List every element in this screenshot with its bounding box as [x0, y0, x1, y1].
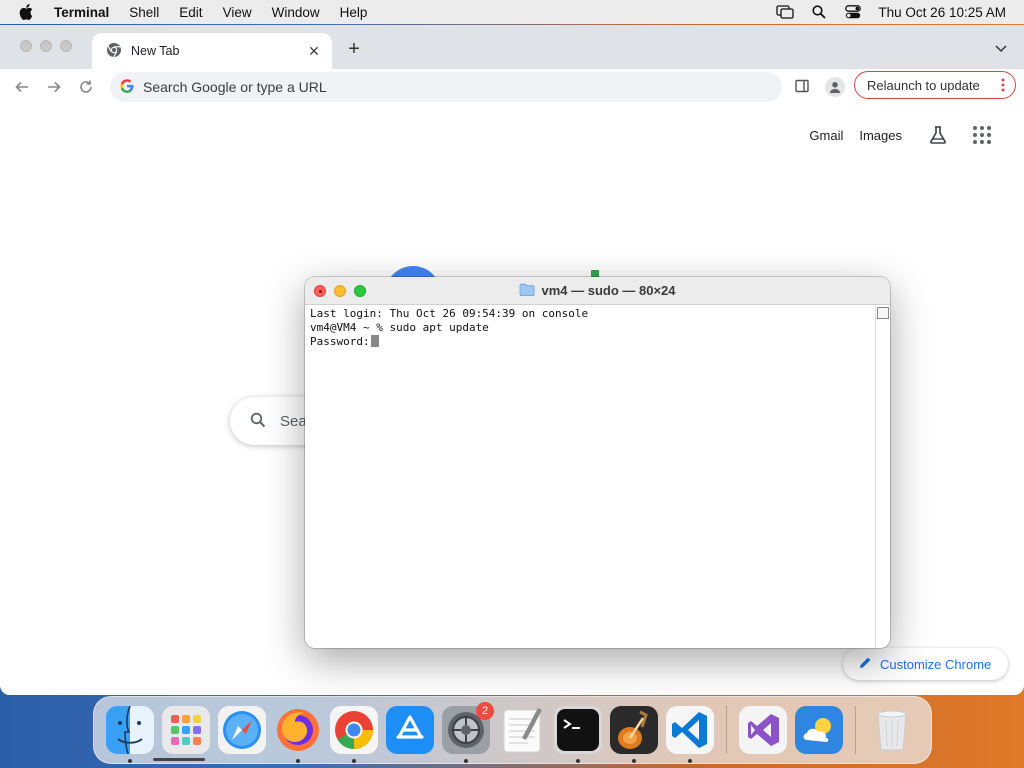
- running-indicator: [632, 759, 636, 763]
- relaunch-label: Relaunch to update: [867, 77, 980, 93]
- menu-help[interactable]: Help: [330, 0, 378, 24]
- menu-edit[interactable]: Edit: [169, 0, 212, 24]
- spotlight-search-icon[interactable]: [810, 4, 828, 20]
- dock-finder[interactable]: [106, 706, 154, 763]
- chrome-zoom-button[interactable]: [60, 40, 72, 52]
- side-panel-icon[interactable]: [794, 78, 812, 96]
- control-center-icon[interactable]: [844, 4, 862, 20]
- dock-visual-studio[interactable]: [739, 706, 787, 754]
- launchpad-icon: [162, 706, 210, 754]
- running-indicator: [688, 759, 692, 763]
- terminal-titlebar[interactable]: vm4 — sudo — 80×24: [305, 277, 890, 305]
- terminal-line-password: Password:: [310, 335, 885, 349]
- dock-separator: [855, 706, 856, 754]
- dock-chrome[interactable]: [330, 706, 378, 763]
- trash-icon: [877, 710, 907, 751]
- dock-terminal[interactable]: [554, 706, 602, 763]
- dock-vscode[interactable]: [666, 706, 714, 763]
- dock-textedit[interactable]: [498, 706, 546, 754]
- profile-avatar-icon[interactable]: [825, 77, 845, 97]
- running-indicator: [296, 759, 300, 763]
- weather-icon: [795, 706, 843, 754]
- textedit-icon: [503, 708, 542, 753]
- tab-title: New Tab: [131, 44, 180, 58]
- terminal-zoom-button[interactable]: [354, 285, 366, 297]
- running-indicator: [576, 759, 580, 763]
- images-link[interactable]: Images: [859, 128, 902, 143]
- garageband-icon: [610, 706, 658, 754]
- safari-icon: [218, 706, 266, 754]
- terminal-window: vm4 — sudo — 80×24 Last login: Thu Oct 2…: [305, 277, 890, 648]
- menu-window[interactable]: Window: [262, 0, 330, 24]
- terminal-close-button[interactable]: [314, 285, 326, 297]
- ntp-search-placeholder: Sea: [280, 412, 307, 430]
- chrome-window-controls: [20, 40, 72, 52]
- dock-app-store[interactable]: [386, 706, 434, 754]
- menu-clock[interactable]: Thu Oct 26 10:25 AM: [878, 5, 1006, 20]
- dock-launchpad-indicator: [153, 758, 205, 761]
- terminal-window-controls: [314, 285, 366, 297]
- visual-studio-icon: [739, 706, 787, 754]
- running-indicator: [128, 759, 132, 763]
- terminal-line-command: vm4@VM4 ~ % sudo apt update: [310, 321, 489, 334]
- apple-menu-icon[interactable]: [0, 0, 52, 24]
- finder-icon: [106, 706, 154, 754]
- tab-close-icon[interactable]: ✕: [306, 43, 322, 59]
- key-cursor-icon: [370, 335, 379, 347]
- tab-strip: New Tab ✕ +: [0, 25, 1024, 69]
- google-g-icon: [120, 78, 134, 96]
- dock-firefox[interactable]: [274, 706, 322, 763]
- terminal-window-title: vm4 — sudo — 80×24: [541, 283, 676, 298]
- relaunch-to-update-button[interactable]: Relaunch to update: [854, 71, 1016, 99]
- dock-safari[interactable]: [218, 706, 266, 754]
- running-indicator: [352, 759, 356, 763]
- chrome-close-button[interactable]: [20, 40, 32, 52]
- forward-arrow-icon[interactable]: [38, 71, 70, 103]
- dock-trash[interactable]: [868, 706, 916, 754]
- more-vertical-icon: [1001, 78, 1005, 92]
- screen-mirroring-icon[interactable]: [776, 4, 795, 20]
- dock: 2: [93, 696, 932, 764]
- dock-launchpad[interactable]: [162, 706, 210, 754]
- menu-view[interactable]: View: [213, 0, 262, 24]
- dock-separator: [726, 706, 727, 754]
- chrome-icon: [330, 706, 378, 754]
- search-icon: [250, 412, 266, 431]
- terminal-content[interactable]: Last login: Thu Oct 26 09:54:39 on conso…: [305, 305, 890, 648]
- dock-weather[interactable]: [795, 706, 843, 754]
- gmail-link[interactable]: Gmail: [809, 128, 843, 143]
- omnibox[interactable]: Search Google or type a URL: [110, 72, 782, 102]
- notification-badge: 2: [476, 702, 494, 720]
- app-store-icon: [386, 706, 434, 754]
- chrome-minimize-button[interactable]: [40, 40, 52, 52]
- firefox-icon: [277, 709, 319, 751]
- ntp-header-links: Gmail Images: [809, 123, 1006, 147]
- reload-icon[interactable]: [70, 71, 102, 103]
- running-indicator: [464, 759, 468, 763]
- dock-system-settings[interactable]: 2: [442, 702, 494, 763]
- chrome-tab-favicon-icon: [106, 42, 122, 61]
- menu-bar: Terminal Shell Edit View Window Help Thu…: [0, 0, 1024, 24]
- customize-chrome-button[interactable]: Customize Chrome: [843, 648, 1008, 680]
- terminal-icon: [554, 706, 602, 754]
- menu-app-name[interactable]: Terminal: [52, 0, 119, 24]
- dock-garageband[interactable]: [610, 706, 658, 763]
- browser-toolbar: Search Google or type a URL Relaunch to …: [0, 69, 1024, 105]
- pencil-edit-icon: [859, 656, 872, 672]
- folder-icon: [519, 283, 535, 299]
- menu-shell[interactable]: Shell: [119, 0, 169, 24]
- tab-new-tab[interactable]: New Tab ✕: [92, 33, 332, 69]
- vscode-icon: [666, 706, 714, 754]
- password-prompt: Password:: [310, 335, 370, 348]
- labs-flask-icon[interactable]: [926, 123, 950, 147]
- terminal-line-last-login: Last login: Thu Oct 26 09:54:39 on conso…: [310, 307, 589, 320]
- back-arrow-icon[interactable]: [6, 71, 38, 103]
- customize-chrome-label: Customize Chrome: [880, 656, 992, 672]
- terminal-minimize-button[interactable]: [334, 285, 346, 297]
- new-tab-plus-icon[interactable]: +: [344, 39, 364, 59]
- google-apps-grid-icon[interactable]: [970, 123, 994, 147]
- tab-search-chevron-down-icon[interactable]: [994, 41, 1008, 55]
- omnibox-placeholder: Search Google or type a URL: [143, 79, 327, 95]
